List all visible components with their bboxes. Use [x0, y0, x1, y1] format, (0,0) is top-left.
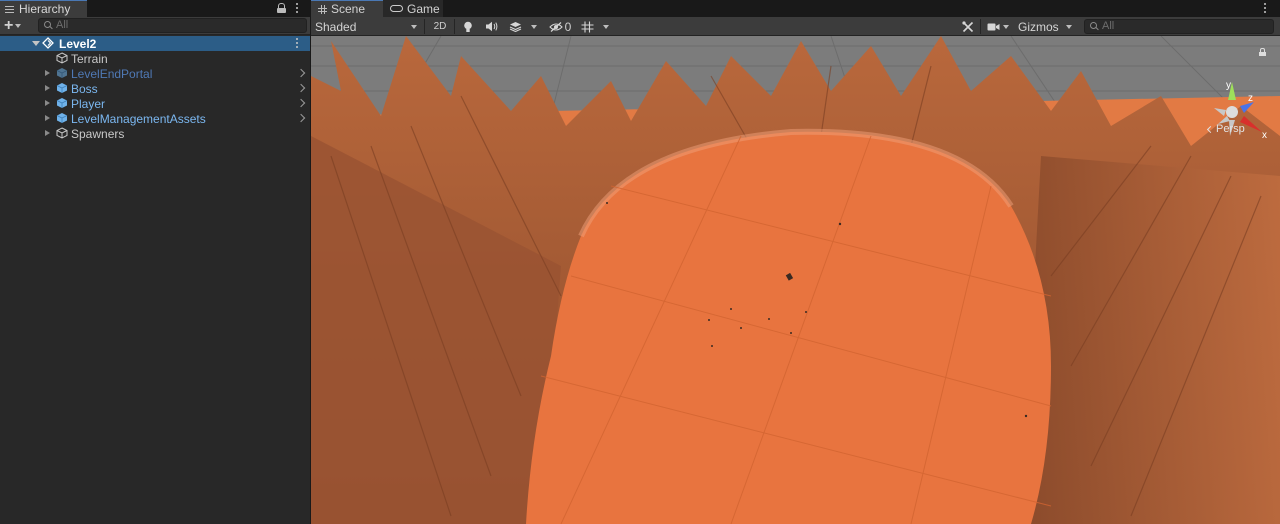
chevron-down-icon — [1003, 24, 1009, 29]
grid-dropdown-button[interactable] — [600, 18, 612, 35]
foldout-collapsed-icon[interactable] — [45, 70, 50, 76]
scene-toolbar: Shaded 2D 0 Gizmos All — [311, 17, 1280, 36]
chevron-right-icon[interactable] — [296, 68, 306, 78]
camera-icon — [987, 23, 1000, 30]
hierarchy-item-level2[interactable]: Level2 — [0, 36, 310, 51]
tab-hierarchy-label: Hierarchy — [19, 2, 71, 16]
effects-toggle-button[interactable] — [505, 18, 525, 35]
create-button[interactable]: + — [4, 18, 30, 34]
prefab-cube-icon — [56, 112, 68, 124]
hierarchy-item-levelendportal[interactable]: LevelEndPortal — [0, 66, 310, 81]
foldout-collapsed-icon[interactable] — [45, 115, 50, 121]
speaker-icon — [485, 21, 497, 32]
chevron-left-icon — [1206, 125, 1215, 133]
chevron-right-icon[interactable] — [296, 83, 306, 93]
hierarchy-item-label: LevelManagementAssets — [71, 111, 206, 126]
scene-panel: Scene Game Shaded 2D 0 Gizmos All y z x … — [311, 0, 1280, 524]
camera-settings-button[interactable] — [984, 18, 1012, 35]
grid-icon — [318, 4, 327, 14]
hierarchy-search-placeholder: All — [56, 19, 69, 31]
toggle-2d-label: 2D — [433, 21, 447, 32]
audio-toggle-button[interactable] — [481, 18, 501, 35]
chevron-right-icon[interactable] — [296, 98, 306, 108]
chevron-down-icon — [531, 24, 537, 29]
gamepad-icon — [390, 5, 403, 12]
grid-toggle-button[interactable] — [577, 18, 597, 35]
foldout-expanded-icon[interactable] — [32, 41, 40, 46]
hierarchy-tab-bar: Hierarchy — [0, 0, 310, 17]
prefab-cube-icon — [56, 67, 68, 79]
hierarchy-item-label: Boss — [71, 81, 98, 96]
plus-icon: + — [4, 17, 14, 34]
lighting-toggle-button[interactable] — [458, 18, 478, 35]
prefab-cube-icon — [56, 82, 68, 94]
lock-icon[interactable] — [277, 3, 286, 13]
gameobject-cube-icon — [56, 127, 68, 139]
y-axis-label: y — [1226, 80, 1231, 91]
chevron-right-icon[interactable] — [296, 113, 306, 123]
search-icon — [1090, 22, 1099, 31]
hierarchy-item-terrain[interactable]: Terrain — [0, 51, 310, 66]
terrain-render — [311, 36, 1280, 524]
foldout-collapsed-icon[interactable] — [45, 100, 50, 106]
prefab-cube-icon — [56, 97, 68, 109]
unity-scene-icon — [42, 37, 54, 49]
tab-game-label: Game — [407, 1, 440, 16]
effects-dropdown-button[interactable] — [528, 18, 540, 35]
chevron-down-icon — [411, 25, 417, 29]
hierarchy-toolbar: + All — [0, 17, 310, 35]
toolbar-separator — [980, 19, 981, 34]
eye-slash-icon — [548, 21, 563, 32]
z-axis-label: z — [1248, 93, 1253, 104]
more-options-icon[interactable] — [1264, 3, 1267, 14]
hierarchy-item-spawners[interactable]: Spawners — [0, 126, 310, 141]
search-icon — [44, 21, 53, 30]
scene-search-input[interactable]: All — [1084, 19, 1274, 34]
scene-tab-bar: Scene Game — [311, 0, 1280, 17]
hierarchy-search-input[interactable]: All — [38, 18, 307, 33]
gizmos-label: Gizmos — [1018, 19, 1059, 34]
hierarchy-item-label: Player — [71, 96, 106, 111]
hierarchy-item-label: Terrain — [71, 51, 108, 66]
lock-icon[interactable] — [1259, 48, 1266, 56]
draw-mode-dropdown[interactable]: Shaded — [311, 18, 421, 35]
chevron-down-icon — [15, 24, 22, 28]
gizmos-dropdown[interactable]: Gizmos — [1014, 18, 1076, 35]
toggle-2d-button[interactable]: 2D — [429, 18, 451, 35]
foldout-collapsed-icon[interactable] — [45, 85, 50, 91]
tab-hierarchy[interactable]: Hierarchy — [0, 0, 87, 17]
tab-scene-label: Scene — [331, 2, 366, 16]
tools-button[interactable] — [958, 18, 978, 35]
projection-toggle[interactable]: Persp — [1206, 123, 1245, 135]
projection-label: Persp — [1216, 123, 1245, 135]
toolbar-separator — [424, 19, 425, 34]
list-icon — [5, 5, 14, 13]
draw-mode-value: Shaded — [315, 19, 357, 34]
foldout-collapsed-icon[interactable] — [45, 130, 50, 136]
scene-viewport[interactable]: y z x Persp — [311, 36, 1280, 524]
toolbar-separator — [454, 19, 455, 34]
hierarchy-item-label: Level2 — [59, 36, 97, 51]
hierarchy-item-label: LevelEndPortal — [71, 66, 153, 81]
layers-icon — [509, 22, 521, 32]
hierarchy-panel: Hierarchy + All Level2 Terrain LevelEndP… — [0, 0, 310, 524]
hidden-objects-count: 0 — [564, 19, 572, 34]
lightbulb-icon — [464, 21, 472, 32]
hierarchy-item-boss[interactable]: Boss — [0, 81, 310, 96]
grid-snap-icon — [581, 21, 593, 32]
tools-icon — [962, 20, 974, 32]
gameobject-cube-icon — [56, 52, 68, 64]
hierarchy-item-player[interactable]: Player — [0, 96, 310, 111]
tab-game[interactable]: Game — [383, 0, 443, 17]
scene-menu-icon[interactable] — [296, 38, 299, 49]
scene-visibility-button[interactable]: 0 — [545, 18, 575, 35]
more-options-icon[interactable] — [296, 3, 299, 14]
hierarchy-item-levelmanagementassets[interactable]: LevelManagementAssets — [0, 111, 310, 126]
x-axis-label: x — [1262, 130, 1267, 141]
chevron-down-icon — [1066, 25, 1072, 29]
scene-search-placeholder: All — [1102, 20, 1115, 32]
tab-scene[interactable]: Scene — [311, 0, 383, 17]
hierarchy-item-label: Spawners — [71, 126, 125, 141]
chevron-down-icon — [603, 24, 609, 29]
